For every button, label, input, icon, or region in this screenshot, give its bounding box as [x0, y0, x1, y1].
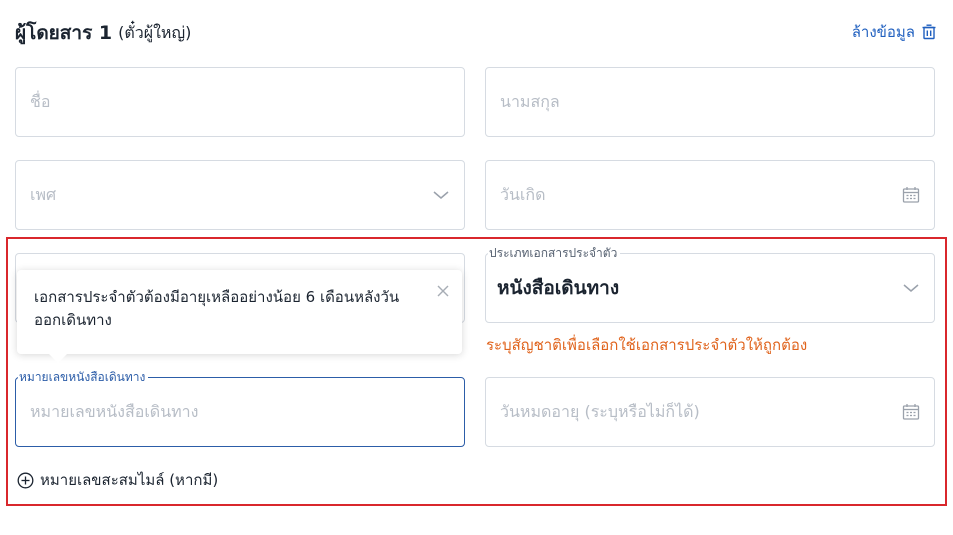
passenger-header: ผู้โดยสาร 1 (ตั๋วผู้ใหญ่) [15, 18, 191, 48]
trash-icon [922, 24, 936, 40]
expiry-date-placeholder: วันหมดอายุ (ระบุหรือไม่ก็ได้) [500, 401, 700, 421]
expiry-date-input[interactable]: วันหมดอายุ (ระบุหรือไม่ก็ได้) [485, 377, 935, 447]
add-frequent-flyer-button[interactable]: หมายเลขสะสมไมล์ (หากมี) [17, 468, 218, 492]
passport-validity-tooltip: เอกสารประจำตัวต้องมีอายุเหลืออย่างน้อย 6… [17, 270, 462, 363]
gender-select[interactable]: เพศ [15, 160, 465, 230]
passport-number-placeholder: หมายเลขหนังสือเดินทาง [30, 401, 199, 421]
clear-data-button[interactable]: ล้างข้อมูล [852, 20, 937, 44]
clear-data-label: ล้างข้อมูล [851, 23, 915, 41]
tooltip-message: เอกสารประจำตัวต้องมีอายุเหลืออย่างน้อย 6… [34, 288, 400, 329]
chevron-down-icon [902, 283, 920, 293]
calendar-icon[interactable] [902, 186, 920, 204]
calendar-icon[interactable] [902, 403, 920, 421]
first-name-placeholder: ชื่อ [30, 91, 51, 111]
close-icon[interactable] [436, 284, 450, 298]
birth-date-input[interactable]: วันเกิด [485, 160, 935, 230]
document-type-select[interactable]: ประเภทเอกสารประจำตัว หนังสือเดินทาง [485, 245, 935, 323]
document-type-value: หนังสือเดินทาง [497, 277, 620, 299]
passenger-type: (ตั๋วผู้ใหญ่) [118, 22, 192, 42]
birth-date-placeholder: วันเกิด [500, 184, 546, 204]
last-name-input[interactable]: นามสกุล [485, 67, 935, 137]
tooltip-arrow [49, 354, 67, 363]
chevron-down-icon [432, 190, 450, 200]
passenger-title: ผู้โดยสาร 1 [15, 22, 113, 44]
passport-number-input[interactable]: หมายเลขหนังสือเดินทาง หมายเลขหนังสือเดิน… [15, 369, 465, 447]
add-frequent-flyer-label: หมายเลขสะสมไมล์ (หากมี) [40, 471, 219, 489]
gender-placeholder: เพศ [30, 184, 57, 204]
plus-circle-icon [17, 472, 34, 488]
first-name-input[interactable]: ชื่อ [15, 67, 465, 137]
nationality-hint: ระบุสัญชาติเพื่อเลือกใช้เอกสารประจำตัวให… [486, 336, 808, 354]
last-name-placeholder: นามสกุล [500, 91, 560, 111]
